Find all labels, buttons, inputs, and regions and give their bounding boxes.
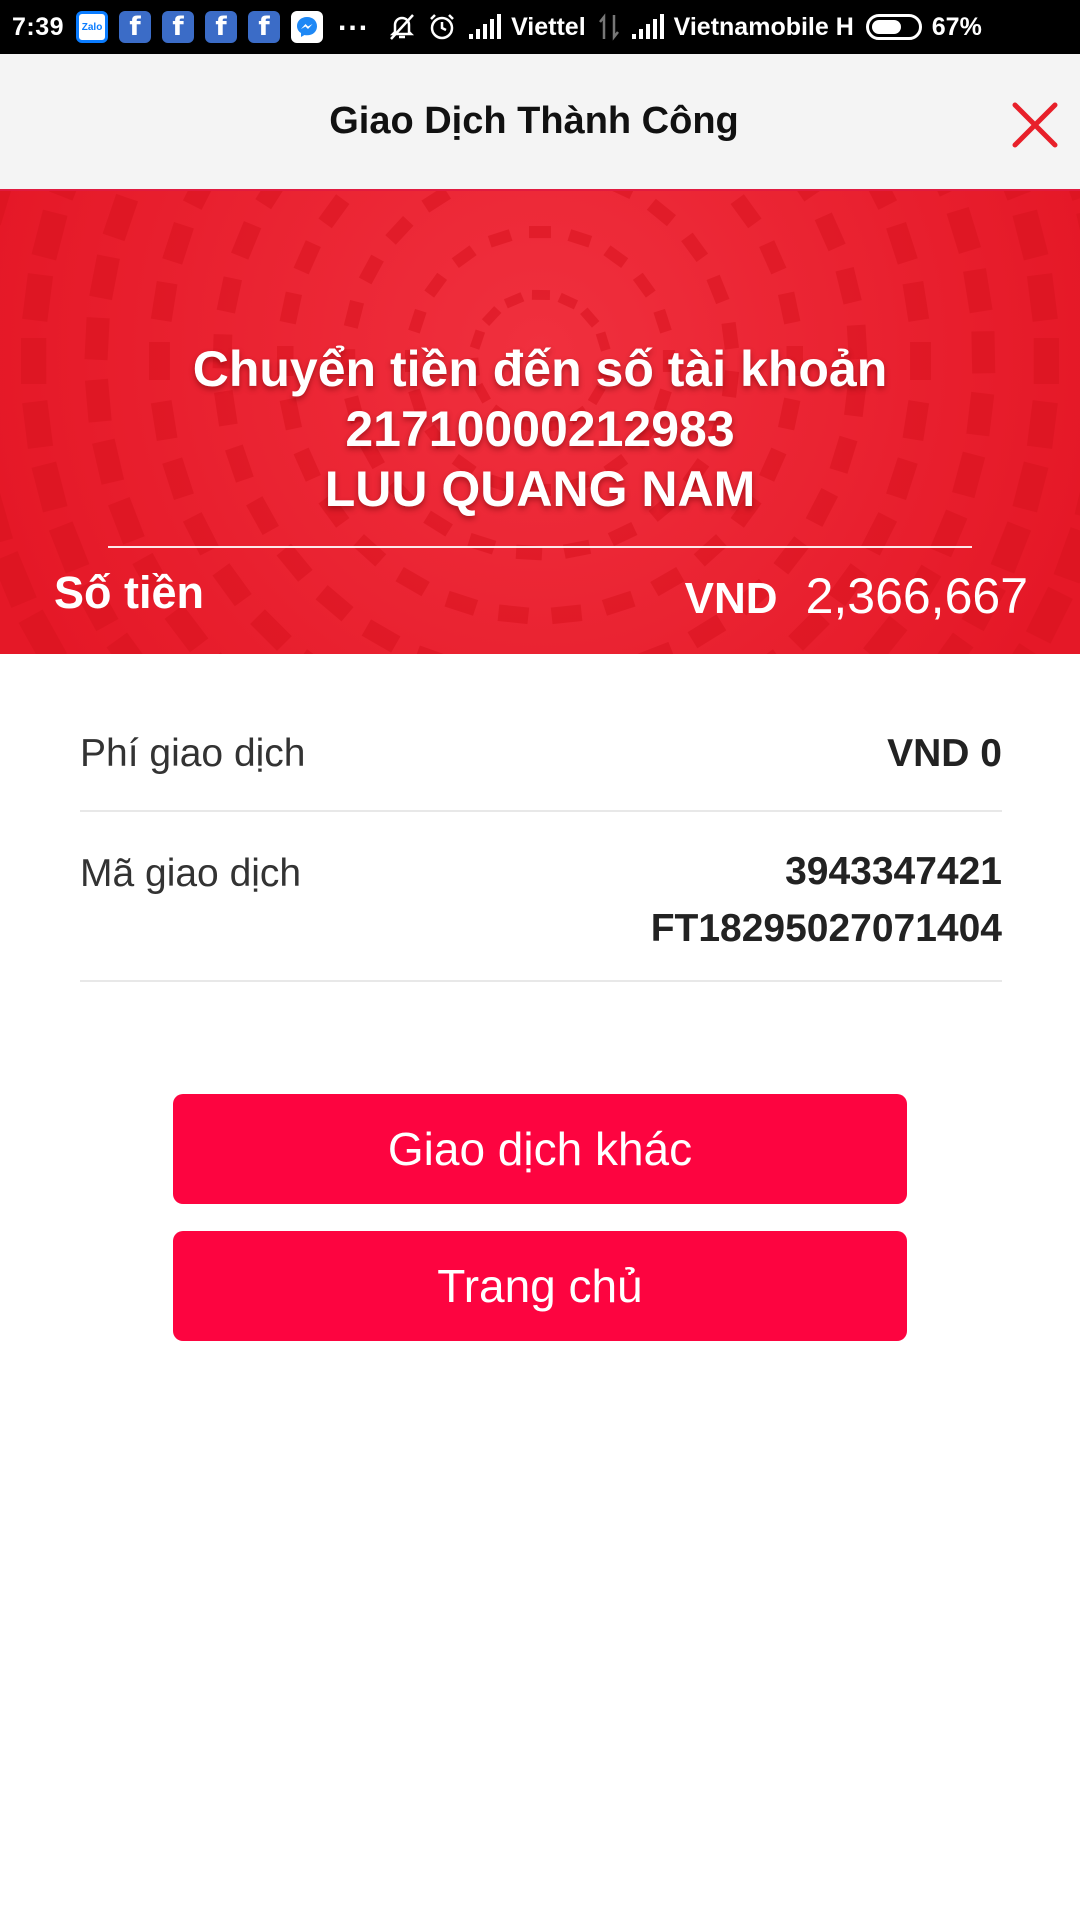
- carrier-1: Viettel: [511, 12, 586, 41]
- transaction-code-line-1: 3943347421: [785, 850, 1002, 893]
- facebook-icon: f: [248, 11, 281, 43]
- banner-divider: [108, 546, 972, 548]
- battery-icon: [865, 14, 922, 40]
- banner-pattern-tile: [531, 289, 551, 301]
- fee-row: Phí giao dịch VND 0: [80, 700, 1002, 812]
- close-icon: [1012, 102, 1058, 148]
- transfer-description: Chuyển tiền đến số tài khoản 21710000212…: [0, 339, 1080, 519]
- messenger-icon: [291, 11, 324, 43]
- alarm-icon: [427, 12, 457, 42]
- battery-percent: 67%: [931, 12, 982, 41]
- transaction-code-line-2: FT18295027071404: [650, 907, 1002, 950]
- banner-pattern-tile: [550, 604, 583, 625]
- close-button[interactable]: [1012, 102, 1058, 148]
- mute-icon: [387, 12, 417, 42]
- fee-label: Phí giao dịch: [80, 732, 306, 775]
- zalo-icon-label: Zalo: [81, 21, 103, 33]
- account-name: LUU QUANG NAM: [324, 461, 756, 517]
- home-button[interactable]: Trang chủ: [173, 1231, 907, 1341]
- status-bar: 7:39 Zalo f f f f ... Viettel Vietnamobi…: [0, 0, 1080, 54]
- facebook-icon: f: [162, 11, 195, 43]
- signal-icon: [467, 14, 502, 40]
- transaction-details: Phí giao dịch VND 0 Mã giao dịch 3943347…: [80, 700, 1002, 982]
- data-transfer-icon: [598, 13, 620, 41]
- carrier-2: Vietnamobile H: [673, 12, 854, 41]
- transfer-title: Chuyển tiền đến số tài khoản: [192, 341, 888, 397]
- fee-value: VND 0: [887, 732, 1002, 775]
- transaction-code-value: 3943347421 FT18295027071404: [651, 843, 1002, 957]
- battery-level: [871, 20, 902, 34]
- status-time: 7:39: [12, 12, 65, 41]
- facebook-icon: f: [205, 11, 238, 43]
- transfer-summary-banner: Chuyển tiền đến số tài khoản 21710000212…: [0, 191, 1080, 654]
- transaction-code-row: Mã giao dịch 3943347421 FT18295027071404: [80, 812, 1002, 982]
- header: Giao Dịch Thành Công: [0, 54, 1080, 189]
- signal-icon: [630, 14, 664, 40]
- amount-value: 2,366,667: [805, 568, 1028, 624]
- page-title: Giao Dịch Thành Công: [329, 100, 739, 142]
- zalo-icon: Zalo: [76, 11, 109, 43]
- banner-pattern-tile: [529, 226, 551, 239]
- facebook-icon: f: [119, 11, 152, 43]
- other-transaction-button[interactable]: Giao dịch khác: [173, 1094, 907, 1204]
- banner-pattern-tile: [497, 604, 530, 625]
- amount: VND 2,366,667: [685, 567, 1028, 625]
- amount-currency: VND: [684, 574, 778, 623]
- account-number: 21710000212983: [345, 401, 735, 457]
- more-notifications-indicator: ...: [338, 4, 370, 37]
- transaction-code-label: Mã giao dịch: [80, 852, 302, 895]
- amount-label: Số tiền: [54, 567, 205, 618]
